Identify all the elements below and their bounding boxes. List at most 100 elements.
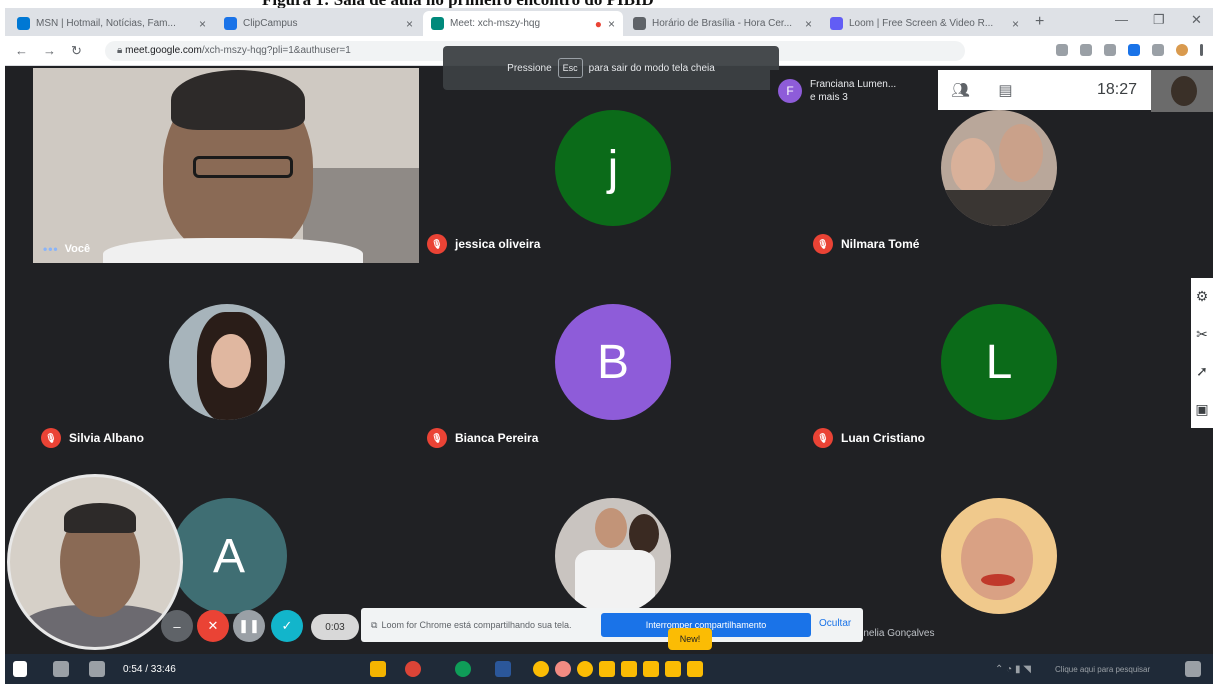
- forward-icon[interactable]: →: [43, 43, 56, 58]
- fullscreen-hint: Pressione Esc para sair do modo tela che…: [443, 46, 779, 90]
- tab-clipcampus[interactable]: ClipCampus ×: [216, 11, 421, 36]
- nameplate: 🎙︎ Nilmara Tomé: [813, 234, 919, 254]
- participant-avatar: L: [941, 304, 1057, 420]
- photo-face: [211, 334, 251, 388]
- close-icon[interactable]: ×: [1012, 17, 1019, 31]
- mic-off-icon: 🎙︎: [41, 428, 61, 448]
- chrome-icon[interactable]: [405, 661, 421, 677]
- volume-icon[interactable]: [53, 661, 69, 677]
- hint-text-after: para sair do modo tela cheia: [588, 62, 715, 74]
- tab-loom[interactable]: Loom | Free Screen & Video R... ×: [822, 11, 1027, 36]
- reload-icon[interactable]: ↻: [71, 43, 82, 59]
- self-video-tile: ••• Você: [33, 68, 419, 263]
- meeting-clock: 18:27: [1096, 81, 1137, 98]
- photo-face: [961, 518, 1033, 600]
- emoji-icon: [577, 661, 593, 677]
- esc-key: Esc: [557, 58, 583, 78]
- close-icon[interactable]: ×: [406, 17, 413, 31]
- mic-off-icon: 🎙︎: [427, 428, 447, 448]
- star-icon[interactable]: [1104, 44, 1116, 56]
- people-icon[interactable]: 👥︎: [938, 81, 983, 99]
- loom-pause-button[interactable]: ❚❚: [233, 610, 265, 642]
- windows-taskbar: 0:54 / 33:46 ⌃ ◔ ▮ ◥ Clique aqui para pe…: [5, 654, 1213, 684]
- hint-text-before: Pressione: [507, 62, 552, 74]
- bubble-hair: [64, 503, 136, 533]
- loom-finish-button[interactable]: ✓: [271, 610, 303, 642]
- close-icon[interactable]: ×: [199, 17, 206, 31]
- notification-icon[interactable]: [1185, 661, 1201, 677]
- participant-name: Silvia Albano: [69, 431, 144, 445]
- screen-share-banner: ⧉ Loom for Chrome está compartilhando su…: [361, 608, 863, 642]
- menu-icon[interactable]: [1200, 44, 1203, 56]
- tab-meet[interactable]: Meet: xch-mszy-hqg ● ×: [423, 11, 623, 36]
- tab-label: MSN | Hotmail, Notícias, Fam...: [36, 18, 176, 29]
- tray-text: Clique aqui para pesquisar: [1055, 664, 1151, 674]
- participant-photo: [941, 498, 1057, 614]
- screenshot-area: MSN | Hotmail, Notícias, Fam... × ClipCa…: [5, 8, 1213, 684]
- close-icon[interactable]: ×: [608, 17, 615, 31]
- participant-photo: [555, 498, 671, 614]
- url-host: meet.google.com: [125, 45, 202, 56]
- tab-label: Meet: xch-mszy-hqg: [450, 18, 541, 29]
- maximize-icon[interactable]: ❐: [1153, 12, 1165, 28]
- new-badge: New!: [668, 628, 712, 650]
- chat-icon[interactable]: ▤: [983, 81, 1028, 99]
- browser-tab-bar: MSN | Hotmail, Notícias, Fam... × ClipCa…: [5, 8, 1213, 36]
- play-pause-icon[interactable]: [13, 661, 27, 677]
- photo-face: [999, 124, 1043, 182]
- loom-camera-bubble[interactable]: [7, 474, 183, 650]
- participant-avatar: B: [555, 304, 671, 420]
- comment-icon[interactable]: [687, 661, 703, 677]
- settings-sliders-icon[interactable]: ⚙︎: [1196, 288, 1209, 305]
- loom-delete-button[interactable]: ✕: [197, 610, 229, 642]
- media-time: 0:54 / 33:46: [123, 663, 176, 675]
- meet-icon: [431, 17, 444, 30]
- mic-off-icon: 🎙︎: [813, 234, 833, 254]
- recording-icon: ●: [594, 16, 602, 31]
- nameplate: 🎙︎ Bianca Pereira: [427, 428, 538, 448]
- file-explorer-icon[interactable]: [370, 661, 386, 677]
- msn-icon: [17, 17, 30, 30]
- loom-timer: 0:03: [311, 614, 359, 640]
- image-icon[interactable]: ▣: [1195, 401, 1208, 418]
- self-name: Você: [64, 243, 91, 255]
- close-icon[interactable]: ×: [805, 17, 812, 31]
- word-icon[interactable]: [495, 661, 511, 677]
- puzzle-icon[interactable]: [1152, 44, 1164, 56]
- profile-avatar[interactable]: [1176, 44, 1188, 56]
- new-tab-icon[interactable]: +: [1035, 13, 1044, 31]
- photo-face: [595, 508, 627, 548]
- pointer-icon[interactable]: ➚: [1196, 363, 1208, 380]
- mic-off-icon: 🎙︎: [427, 234, 447, 254]
- clipcampus-icon: [224, 17, 237, 30]
- loom-minimize-button[interactable]: –: [161, 610, 193, 642]
- scissors-icon[interactable]: ✂︎: [1196, 326, 1208, 343]
- edge-icon[interactable]: [455, 661, 471, 677]
- extension-icon[interactable]: [1128, 44, 1140, 56]
- tab-horario[interactable]: Horário de Brasília - Hora Cer... ×: [625, 11, 820, 36]
- media-icon[interactable]: [89, 661, 105, 677]
- tab-label: ClipCampus: [243, 18, 298, 29]
- participant-name: Luan Cristiano: [841, 431, 926, 445]
- extension-icons: [1056, 44, 1203, 56]
- hide-button[interactable]: Ocultar: [819, 618, 851, 629]
- tab-msn[interactable]: MSN | Hotmail, Notícias, Fam... ×: [9, 11, 214, 36]
- key-icon[interactable]: [1080, 44, 1092, 56]
- back-icon[interactable]: ←: [15, 43, 28, 58]
- url-path: /xch-mszy-hqg?pli=1&authuser=1: [201, 45, 351, 56]
- window-close-icon[interactable]: ✕: [1191, 12, 1202, 28]
- glasses: [193, 156, 293, 178]
- lock-icon: 🔒︎: [117, 45, 126, 56]
- heart-icon: [665, 661, 681, 677]
- participant-name: Franciana Lumen...: [810, 79, 897, 90]
- mic-off-icon: 🎙︎: [813, 428, 833, 448]
- thumbs-up-icon: [621, 661, 637, 677]
- camera-icon[interactable]: [1056, 44, 1068, 56]
- caption-text: Figura 1: Sala de aula no primeiro encon…: [262, 0, 654, 8]
- participant-tile: 🎙︎ Nilmara Tomé: [805, 102, 1191, 294]
- photo-clothes: [575, 550, 655, 614]
- minimize-icon[interactable]: —: [1115, 12, 1128, 27]
- nameplate: 🎙︎ Silvia Albano: [41, 428, 144, 448]
- self-nameplate: ••• Você: [43, 242, 90, 256]
- speaking-icon: •••: [43, 242, 59, 256]
